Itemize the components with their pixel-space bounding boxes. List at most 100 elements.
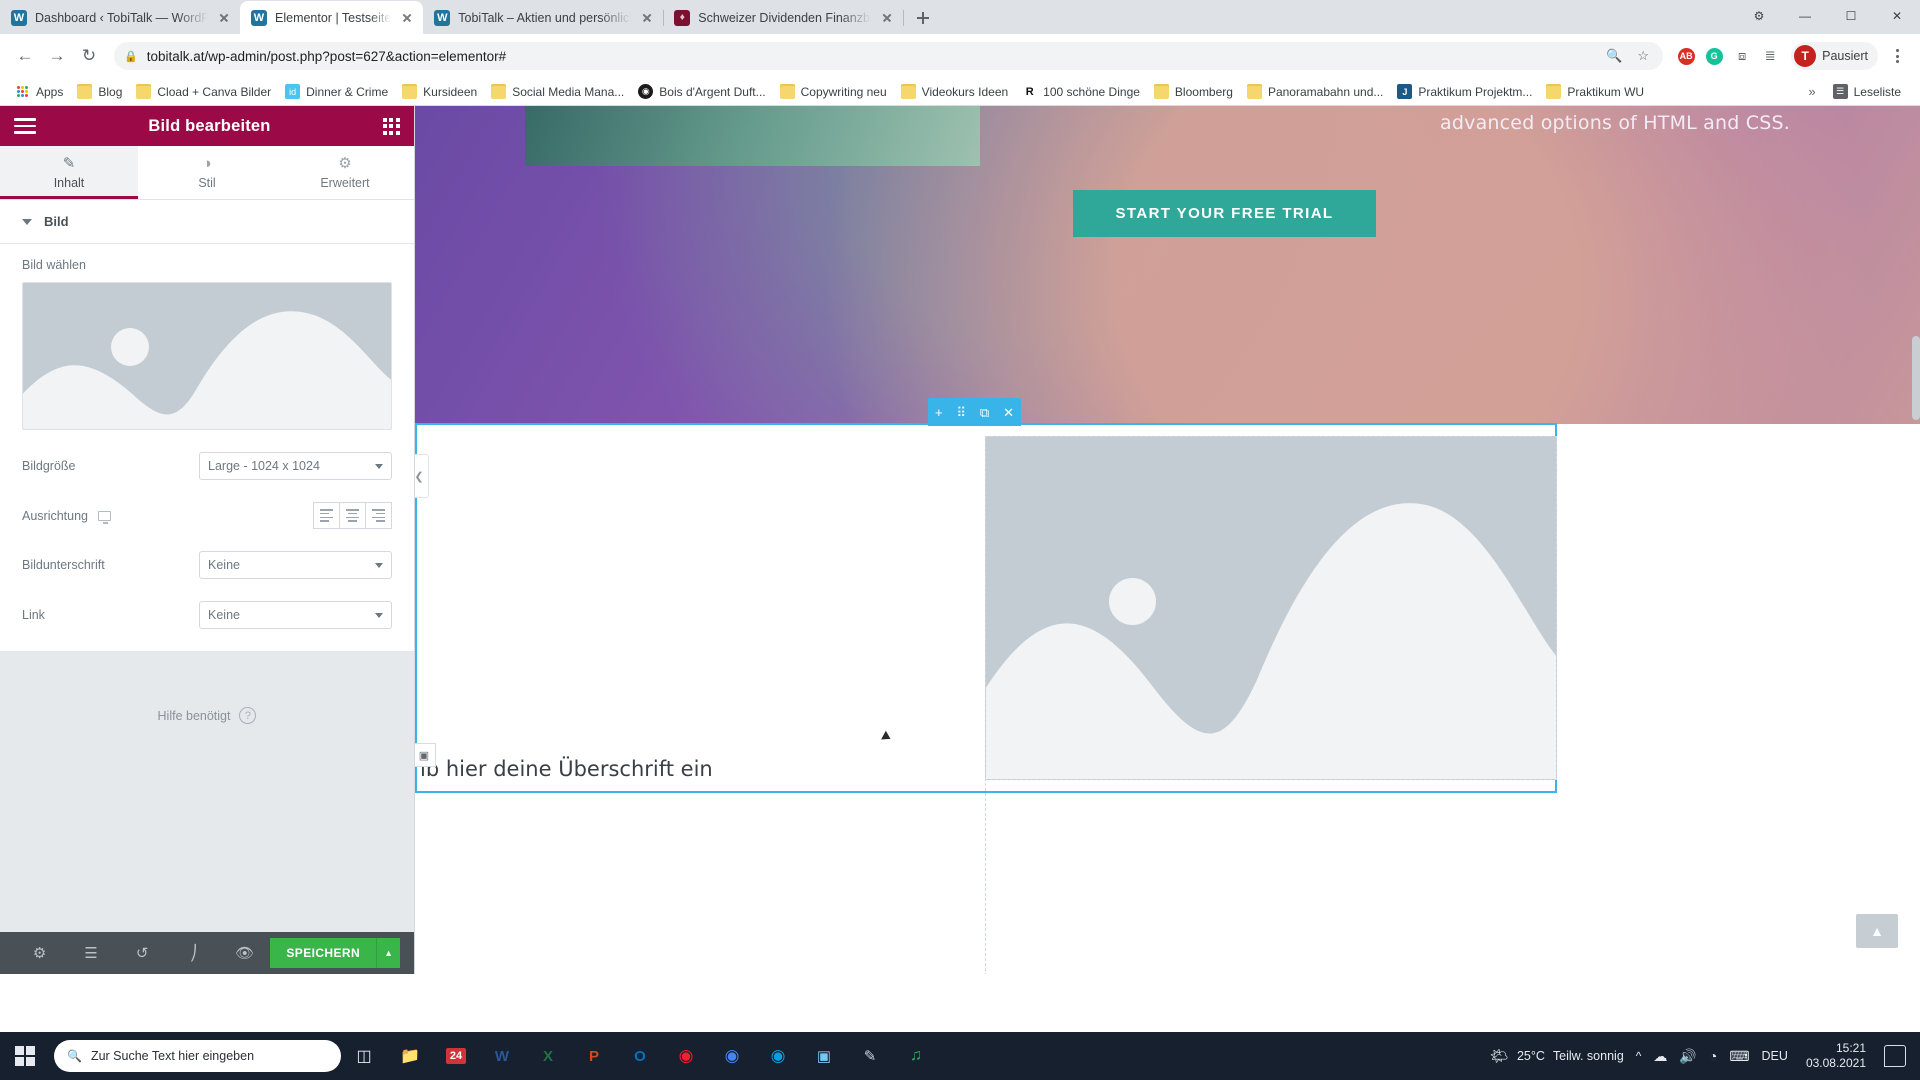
windows-start-icon[interactable] [0,1032,50,1080]
drag-handle-icon[interactable]: ⠿ [956,406,966,419]
column-left[interactable]: ib hier deine Überschrift ein [418,743,986,974]
puzzle-extensions-icon[interactable]: ⧈ [1729,43,1755,69]
close-window-button[interactable]: ✕ [1874,0,1920,32]
maximize-window-button[interactable]: ☐ [1828,0,1874,32]
powerpoint-icon[interactable]: P [571,1032,617,1080]
browser-tab-2[interactable]: TobiTalk – Aktien und persönliche [423,1,665,34]
settings-window-icon[interactable]: ⚙ [1736,0,1782,32]
bookmark-blog[interactable]: Blog [70,81,129,102]
bookmark-panoramabahn-und[interactable]: Panoramabahn und... [1240,81,1390,102]
heading-text[interactable]: ib hier deine Überschrift ein [420,757,713,781]
delete-icon[interactable]: ✕ [1003,406,1014,419]
close-tab-icon[interactable] [399,10,415,26]
bookmark-kursideen[interactable]: Kursideen [395,81,484,102]
link-select[interactable]: Keine [199,601,392,629]
align-left-icon[interactable] [313,502,340,529]
close-tab-icon[interactable] [879,10,895,26]
volume-icon[interactable]: 🔊 [1679,1048,1696,1065]
bookmark-cload-canva-bilder[interactable]: Cload + Canva Bilder [129,81,278,102]
edge-icon[interactable]: ◉ [755,1032,801,1080]
chrome-icon[interactable]: ◉ [709,1032,755,1080]
elementor-panel-header: Bild bearbeiten [0,106,414,146]
responsive-mode-icon[interactable]: ⎠ [168,944,219,962]
forward-button[interactable]: → [42,41,72,71]
search-zoom-icon[interactable]: 🔍 [1604,48,1624,64]
keyboard-icon[interactable]: ⌨ [1729,1048,1749,1065]
clock[interactable]: 15:21 03.08.2021 [1800,1041,1872,1071]
tab-stil[interactable]: ◑ Stil [138,146,276,199]
bookmark-copywriting-neu[interactable]: Copywriting neu [773,81,894,102]
save-button[interactable]: SPEICHERN [270,938,377,968]
task-view-icon[interactable]: ◫ [341,1032,387,1080]
reading-list-button[interactable]: ☰ Leseliste [1826,81,1908,102]
language-indicator[interactable]: DEU [1762,1049,1788,1063]
close-tab-icon[interactable] [216,10,232,26]
column-handle-icon[interactable]: ▣ [415,743,436,767]
excel-icon[interactable]: X [525,1032,571,1080]
align-center-icon[interactable] [339,502,366,529]
paint-icon[interactable]: ✎ [847,1032,893,1080]
reload-button[interactable]: ↻ [74,41,104,71]
scroll-to-top-button[interactable]: ▲ [1856,914,1898,948]
outlook-icon[interactable]: O [617,1032,663,1080]
navigator-layers-icon[interactable]: ☰ [65,944,116,962]
word-icon[interactable]: W [479,1032,525,1080]
preview-eye-icon[interactable]: 👁 [219,944,270,962]
history-icon[interactable]: ↺ [117,944,168,962]
desktop-icon[interactable] [98,510,112,524]
widgets-grid-icon[interactable] [382,117,400,135]
adblock-extension-icon[interactable]: AB [1673,43,1699,69]
grammarly-extension-icon[interactable]: G [1701,43,1727,69]
tab-erweitert[interactable]: ⚙ Erweitert [276,146,414,199]
image-placeholder[interactable] [22,282,392,430]
list-extension-icon[interactable]: ≣ [1757,43,1783,69]
bookmark-dinner-crime[interactable]: id Dinner & Crime [278,81,395,102]
opera-icon[interactable]: ◉ [663,1032,709,1080]
profile-button[interactable]: T Pausiert [1791,42,1878,70]
bookmark-100-schoene-dinge[interactable]: R 100 schöne Dinge [1015,81,1147,102]
search-input[interactable]: 🔍 Zur Suche Text hier eingeben [54,1040,341,1072]
section-header-bild[interactable]: Bild [0,200,414,244]
new-tab-button[interactable] [909,4,937,32]
cta-button[interactable]: START YOUR FREE TRIAL [1073,190,1376,237]
wifi-icon[interactable]: ◔ [1709,1048,1717,1064]
bookmark-bloomberg[interactable]: Bloomberg [1147,81,1240,102]
bookmark-videokurs-ideen[interactable]: Videokurs Ideen [894,81,1016,102]
save-options-arrow-icon[interactable]: ▲ [376,938,401,968]
vertical-scrollbar[interactable] [1912,336,1920,420]
bookmark-apps[interactable]: Apps [8,81,70,102]
bookmark-star-icon[interactable]: ☆ [1633,48,1653,64]
settings-gear-icon[interactable]: ⚙ [14,944,65,962]
spotify-icon[interactable]: ♫ [893,1032,939,1080]
weather-widget[interactable]: 🌤 25°C Teilw. sonnig [1490,1047,1624,1065]
address-bar[interactable]: 🔒 tobitalk.at/wp-admin/post.php?post=627… [114,42,1664,70]
browser-tab-0[interactable]: Dashboard ‹ TobiTalk — WordPre [0,1,241,34]
file-explorer-icon[interactable]: 📁 [387,1032,433,1080]
image-size-select[interactable]: Large - 1024 x 1024 [199,452,392,480]
bookmarks-overflow-button[interactable]: » [1808,84,1815,99]
notifications-icon[interactable] [1884,1045,1906,1067]
calendar-24-icon[interactable]: 24 [433,1032,479,1080]
bookmark-praktikum-projektm[interactable]: J Praktikum Projektm... [1390,81,1539,102]
tab-inhalt[interactable]: ✎ Inhalt [0,146,138,199]
back-button[interactable]: ← [10,41,40,71]
bookmark-praktikum-wu[interactable]: Praktikum WU [1539,81,1651,102]
photos-icon[interactable]: ▣ [801,1032,847,1080]
help-needed-link[interactable]: Hilfe benötigt ? [0,707,414,724]
tray-overflow-button[interactable]: ^ [1636,1049,1642,1063]
kebab-menu-icon[interactable] [1884,41,1910,71]
onedrive-icon[interactable]: ☁ [1653,1048,1667,1065]
align-right-icon[interactable] [365,502,392,529]
hamburger-menu-icon[interactable] [14,118,36,134]
image-widget-preview[interactable] [985,436,1557,780]
duplicate-icon[interactable]: ⧉ [980,406,989,419]
browser-tab-3[interactable]: Schweizer Dividenden Finanzblog [663,1,905,34]
collapse-panel-button[interactable]: ❮ [415,454,429,498]
close-tab-icon[interactable] [639,10,655,26]
bookmark-bois-dargent-duft[interactable]: ◉ Bois d'Argent Duft... [631,81,772,102]
add-section-icon[interactable]: + [935,406,943,419]
caption-select[interactable]: Keine [199,551,392,579]
bookmark-social-media-mana[interactable]: Social Media Mana... [484,81,631,102]
browser-tab-1[interactable]: Elementor | Testseite [240,1,424,34]
minimize-window-button[interactable]: — [1782,0,1828,32]
